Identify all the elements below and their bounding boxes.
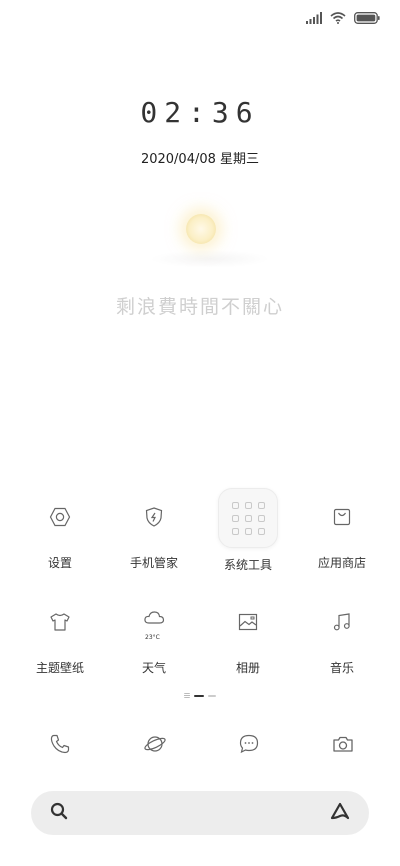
- signal-icon: [306, 12, 322, 24]
- app-music[interactable]: 音乐: [292, 593, 392, 683]
- tshirt-icon: [31, 593, 89, 651]
- music-note-icon: [313, 593, 371, 651]
- assistant-icon[interactable]: [329, 801, 351, 825]
- sun-icon: [186, 214, 216, 244]
- lock-clock: 02:36: [140, 96, 260, 129]
- cloud-icon: 23°C: [125, 593, 183, 651]
- app-themes[interactable]: 主题壁纸: [10, 593, 110, 683]
- app-label: 音乐: [329, 661, 354, 675]
- app-phone-manager[interactable]: 手机管家: [104, 488, 204, 578]
- app-label: 主题壁纸: [35, 661, 84, 675]
- folder-mini-icons: [231, 501, 265, 535]
- app-label: 手机管家: [129, 556, 178, 570]
- search-bar[interactable]: [31, 791, 369, 835]
- search-icon[interactable]: [49, 801, 69, 825]
- sun-haze: [150, 250, 270, 268]
- app-label: 相册: [235, 661, 260, 675]
- poem-text: 剩浪費時間不關心: [115, 296, 284, 318]
- dock-browser[interactable]: [143, 734, 167, 758]
- app-label: 应用商店: [317, 556, 366, 570]
- app-store[interactable]: 应用商店: [292, 488, 392, 578]
- lock-date: 2020/04/08 星期三: [140, 152, 260, 167]
- browser-planet-icon: [143, 733, 167, 759]
- status-bar: [306, 8, 380, 28]
- settings-icon: [31, 488, 89, 546]
- home-screen: 02:36 2020/04/08 星期三 剩浪費時間不關心 设置 手机管家 系统…: [0, 0, 400, 866]
- security-shield-icon: [125, 488, 183, 546]
- weather-temp: 23°C: [145, 634, 160, 641]
- gallery-icon: [219, 593, 277, 651]
- dock-phone[interactable]: [48, 734, 72, 758]
- app-label: 天气: [141, 661, 166, 675]
- page-indicator-dot: [208, 694, 216, 697]
- page-indicator-dot-active: [194, 694, 204, 697]
- dock-camera[interactable]: [331, 734, 355, 758]
- wifi-icon: [330, 12, 346, 24]
- page-indicator-menu: [184, 693, 190, 698]
- camera-icon: [332, 734, 354, 758]
- shopping-bag-icon: [313, 488, 371, 546]
- app-label: 系统工具: [223, 558, 272, 572]
- battery-icon: [354, 12, 380, 24]
- folder-icon: [218, 488, 278, 548]
- page-indicator[interactable]: [0, 693, 400, 698]
- phone-icon: [49, 733, 71, 759]
- app-weather[interactable]: 23°C 天气: [104, 593, 204, 683]
- app-label: 设置: [47, 556, 72, 570]
- message-icon: [238, 733, 260, 759]
- dock-messages[interactable]: [237, 734, 261, 758]
- app-settings[interactable]: 设置: [10, 488, 110, 578]
- app-folder-system-tools[interactable]: 系统工具: [198, 488, 298, 578]
- app-gallery[interactable]: 相册: [198, 593, 298, 683]
